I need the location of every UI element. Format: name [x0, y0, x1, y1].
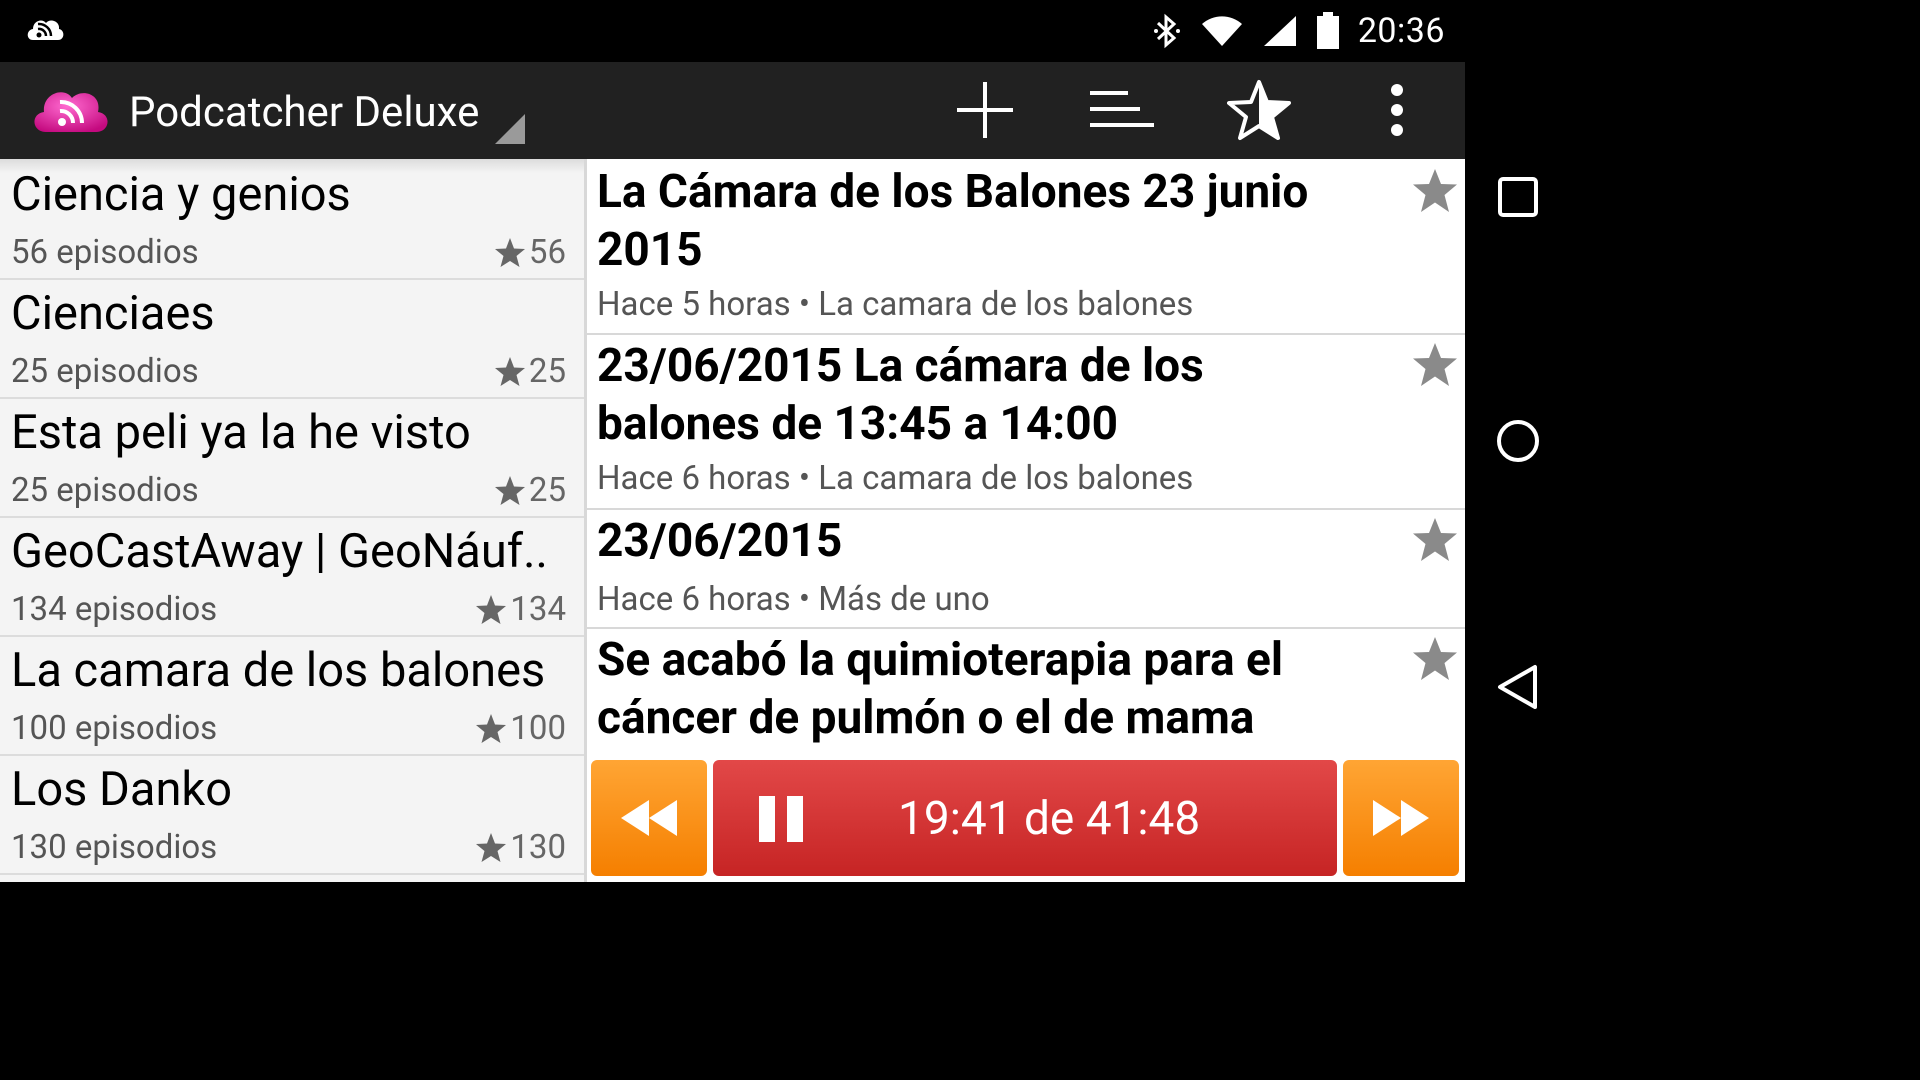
star-icon — [476, 713, 507, 743]
episode-star-icon[interactable] — [1411, 341, 1459, 389]
podcast-name: Ciencia y genios — [11, 167, 351, 222]
playback-time: 19:41 de 41:48 — [898, 792, 1201, 846]
back-triangle-icon[interactable] — [1491, 660, 1545, 714]
favorite-count: 134 — [474, 590, 566, 629]
episode-title: Se acabó la quimioterapia para el cáncer… — [597, 633, 1284, 745]
rewind-icon — [621, 800, 677, 836]
podcast-row[interactable]: Ciencia y genios 56 episodios 56 — [0, 159, 584, 280]
favorite-count-value: 56 — [528, 233, 566, 272]
rewind-button[interactable] — [591, 760, 707, 876]
episode-title: La Cámara de los Balones 23 junio 2015 — [597, 165, 1309, 277]
podcast-list: Ciencia y genios 56 episodios 56 Cienciaes 2… — [0, 159, 587, 882]
star-icon — [494, 475, 525, 505]
episode-title: 23/06/2015 La cámara de los balones de 1… — [597, 339, 1204, 451]
podcast-name: Cienciaes — [11, 286, 215, 341]
favorite-count-value: 134 — [510, 590, 566, 629]
episode-row[interactable]: La Cámara de los Balones 23 junio 2015 Ha… — [587, 159, 1465, 335]
favorite-count: 25 — [493, 352, 566, 391]
favorite-count: 100 — [474, 709, 566, 748]
star-icon — [476, 594, 507, 624]
podcast-row[interactable]: Esta peli ya la he visto 25 episodios 25 — [0, 397, 584, 518]
pause-icon — [759, 796, 803, 842]
episode-row[interactable]: 23/06/2015 La cámara de los balones de 1… — [587, 333, 1465, 510]
episode-row[interactable]: Se acabó la quimioterapia para el cáncer… — [587, 627, 1465, 752]
episode-count: 100 episodios — [11, 709, 218, 748]
podcast-row[interactable]: GeoCastAway | GeoNáuf.. 134 episodios 134 — [0, 516, 584, 637]
episode-count: 134 episodios — [11, 590, 218, 629]
favorite-count-value: 100 — [510, 709, 566, 748]
add-podcast-button[interactable] — [950, 78, 1020, 142]
favorite-star-icon — [1227, 80, 1291, 140]
favorite-count-value: 25 — [528, 352, 566, 391]
screen: 20:36 Podcatcher Deluxe Ciencia y genios… — [0, 0, 1465, 882]
podcast-name: Esta peli ya la he visto — [11, 405, 471, 460]
episode-title: 23/06/2015 — [597, 514, 843, 568]
app-logo-icon[interactable] — [30, 82, 110, 142]
fast-forward-icon — [1373, 800, 1429, 836]
favorite-count-value: 25 — [528, 471, 566, 510]
podcast-row[interactable]: La camara de los balones 100 episodios 100 — [0, 635, 584, 756]
battery-icon — [1316, 12, 1339, 49]
navigation-bar — [1465, 0, 1568, 882]
star-icon — [494, 356, 525, 386]
podcast-name: La camara de los balones — [11, 643, 546, 698]
favorites-button[interactable] — [1224, 78, 1294, 142]
favorite-count: 25 — [493, 471, 566, 510]
podcast-name: Los Danko — [11, 762, 233, 817]
podcast-row[interactable]: Cienciaes 25 episodios 25 — [0, 278, 584, 399]
favorite-count: 56 — [493, 233, 566, 272]
episode-star-icon[interactable] — [1411, 516, 1459, 564]
app-title[interactable]: Podcatcher Deluxe — [129, 88, 479, 137]
player-bar: 19:41 de 41:48 — [587, 752, 1465, 882]
add-icon — [957, 82, 1013, 138]
play-pause-button[interactable]: 19:41 de 41:48 — [713, 760, 1337, 876]
status-clock: 20:36 — [1357, 11, 1445, 51]
podcast-name: GeoCastAway | GeoNáuf.. — [11, 524, 548, 579]
episode-star-icon[interactable] — [1411, 167, 1459, 215]
status-bar: 20:36 — [0, 0, 1465, 62]
signal-icon — [1263, 16, 1296, 46]
sort-button[interactable] — [1086, 78, 1156, 142]
episode-count: 25 episodios — [11, 471, 199, 510]
podcast-notification-icon — [27, 20, 64, 40]
episode-meta: Hace 6 horas • Más de uno — [597, 580, 990, 619]
overflow-menu-button[interactable] — [1362, 78, 1432, 142]
bluetooth-icon — [1153, 13, 1180, 49]
episode-meta: Hace 6 horas • La camara de los balones — [597, 459, 1194, 498]
podcast-row[interactable]: Los Danko 130 episodios 130 — [0, 754, 584, 875]
episode-count: 56 episodios — [11, 233, 199, 272]
overflow-menu-icon — [1391, 84, 1403, 136]
episode-count: 25 episodios — [11, 352, 199, 391]
dropdown-triangle-icon[interactable] — [495, 114, 525, 144]
sort-icon — [1090, 91, 1154, 127]
recents-square-icon[interactable] — [1491, 170, 1545, 224]
episode-meta: Hace 5 horas • La camara de los balones — [597, 285, 1194, 324]
fast-forward-button[interactable] — [1343, 760, 1459, 876]
action-bar: Podcatcher Deluxe — [0, 62, 1465, 159]
episode-count: 130 episodios — [11, 828, 218, 867]
star-icon — [476, 832, 507, 862]
favorite-count: 130 — [474, 828, 566, 867]
star-icon — [494, 237, 525, 267]
home-circle-icon[interactable] — [1491, 414, 1545, 468]
wifi-icon — [1201, 16, 1242, 46]
episode-row[interactable]: 23/06/2015 Hace 6 horas • Más de uno — [587, 508, 1465, 629]
status-icons: 20:36 — [1152, 8, 1445, 54]
favorite-count-value: 130 — [510, 828, 566, 867]
episode-star-icon[interactable] — [1411, 635, 1459, 683]
